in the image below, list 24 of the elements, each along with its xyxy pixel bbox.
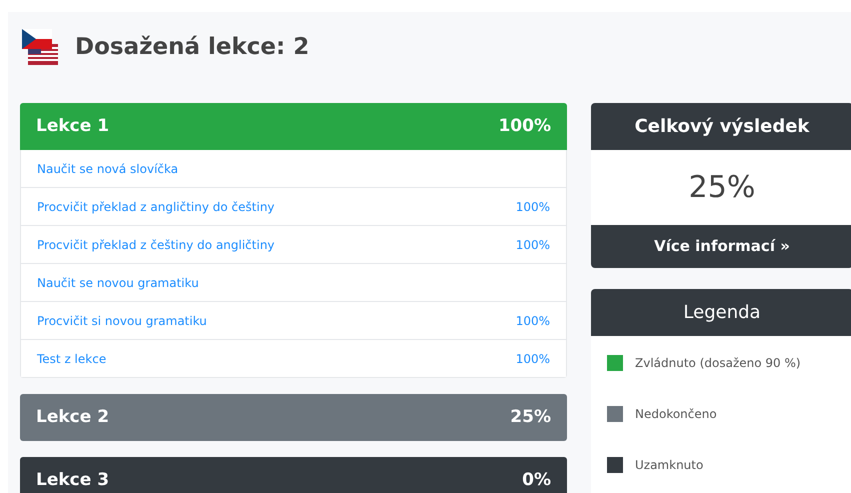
legend-label: Uzamknuto [635,457,704,474]
task-link[interactable]: Naučit se novou gramatiku [20,264,567,302]
legend-label: Zvládnuto (dosaženo 90 %) [635,355,801,372]
lesson-percent: 100% [498,114,551,138]
task-link[interactable]: Naučit se nová slovíčka [20,150,567,188]
card-title: Celkový výsledek [591,103,851,150]
lesson-title: Lekce 2 [36,406,110,429]
lesson-title: Lekce 1 [36,114,110,138]
task-link[interactable]: Procvičit si novou gramatiku 100% [20,302,567,340]
task-link[interactable]: Test z lekce 100% [20,340,567,378]
more-info-button[interactable]: Více informací » [591,225,851,268]
lesson-header[interactable]: Lekce 3 0% [20,457,567,493]
overall-score: 25% [688,169,756,207]
lesson-percent: 0% [522,468,551,492]
lesson-header[interactable]: Lekce 2 25% [20,394,567,441]
page-heading: Dosažená lekce: 2 [75,32,310,62]
lesson-header[interactable]: Lekce 1 100% [20,103,567,150]
card-title: Legenda [591,289,851,336]
task-link[interactable]: Procvičit překlad z angličtiny do češtiny 100% [20,188,567,226]
lesson-title: Lekce 3 [36,468,110,492]
lesson-percent: 25% [510,406,551,429]
flags-icon [22,28,59,66]
legend-label: Nedokončeno [635,406,717,423]
task-link[interactable]: Procvičit překlad z češtiny do angličtiny 100% [20,226,567,264]
